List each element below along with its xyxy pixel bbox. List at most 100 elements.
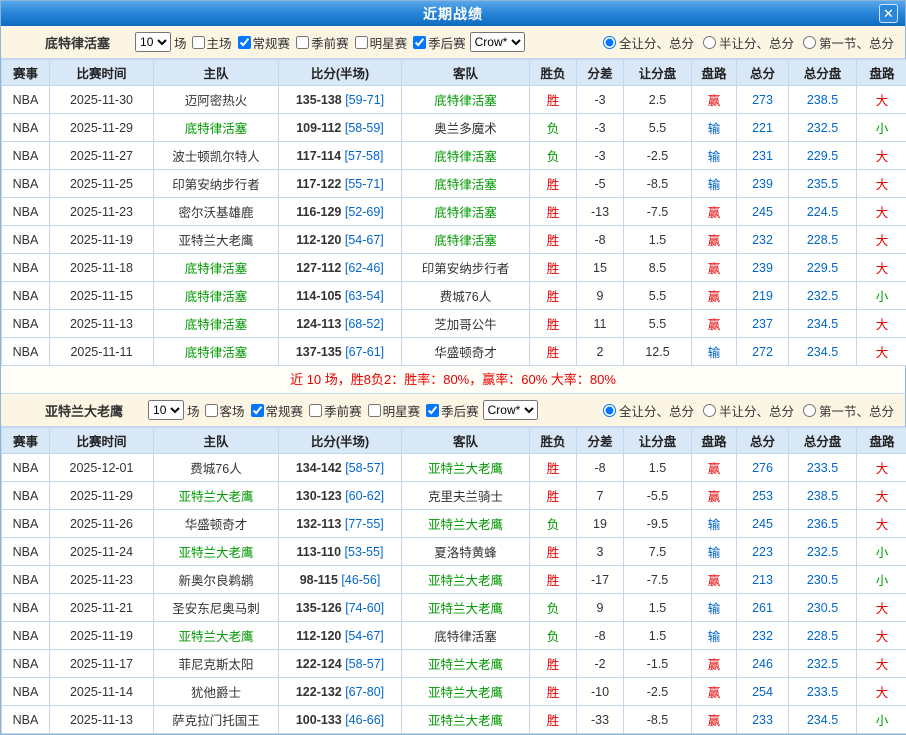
result-cell: 胜 [530, 310, 577, 338]
team-name: 亚特兰大老鹰 [45, 401, 123, 420]
regular-season-checkbox[interactable] [238, 36, 251, 49]
away-cell: 亚特兰大老鹰 [402, 706, 530, 734]
close-button[interactable]: ✕ [879, 4, 898, 23]
away-cell: 印第安纳步行者 [402, 254, 530, 282]
col-ou-result: 盘路 [857, 60, 906, 86]
preseason-filter[interactable]: 季前赛 [291, 33, 349, 52]
total-cell: 231 [737, 142, 789, 170]
total-cell: 273 [737, 86, 789, 114]
ou-cell: 大 [857, 198, 906, 226]
result-cell: 负 [530, 142, 577, 170]
regular-season-checkbox[interactable] [251, 404, 264, 417]
handicap-cell: -5.5 [624, 482, 692, 510]
date-cell: 2025-11-13 [50, 706, 154, 734]
home-cell: 萨克拉门托国王 [154, 706, 279, 734]
home-cell: 底特律活塞 [154, 254, 279, 282]
home-cell: 菲尼克斯太阳 [154, 650, 279, 678]
total-line-cell: 233.5 [789, 678, 857, 706]
full-handicap-radio-item[interactable]: 全让分、总分 [603, 401, 694, 420]
results-table: 赛事 比赛时间 主队 比分(半场) 客队 胜负 分差 让分盘 盘路 总分 总分盘… [1, 427, 906, 734]
total-cell: 232 [737, 622, 789, 650]
away-cell: 底特律活塞 [402, 142, 530, 170]
game-row: NBA2025-11-19亚特兰大老鹰112-120 [54-67]底特律活塞胜… [2, 226, 906, 254]
preseason-checkbox[interactable] [309, 404, 322, 417]
ou-cell: 大 [857, 86, 906, 114]
handicap-cell: -7.5 [624, 198, 692, 226]
league-cell: NBA [2, 114, 50, 142]
home-cell: 迈阿密热火 [154, 86, 279, 114]
result-cell: 胜 [530, 482, 577, 510]
playoffs-filter[interactable]: 季后赛 [408, 33, 466, 52]
date-cell: 2025-11-27 [50, 142, 154, 170]
first-quarter-radio-item[interactable]: 第一节、总分 [803, 401, 894, 420]
spread-cell: 赢 [692, 310, 737, 338]
regular-season-filter[interactable]: 常规赛 [233, 33, 291, 52]
date-cell: 2025-11-23 [50, 566, 154, 594]
away-cell: 费城76人 [402, 282, 530, 310]
league-cell: NBA [2, 650, 50, 678]
score-cell: 112-120 [54-67] [279, 226, 402, 254]
full-handicap-radio[interactable] [603, 36, 616, 49]
result-cell: 胜 [530, 282, 577, 310]
first-quarter-radio[interactable] [803, 36, 816, 49]
score-cell: 100-133 [46-66] [279, 706, 402, 734]
playoffs-filter[interactable]: 季后赛 [421, 401, 479, 420]
total-line-cell: 228.5 [789, 622, 857, 650]
total-line-cell: 232.5 [789, 114, 857, 142]
odds-source-select[interactable]: Crow* [483, 400, 538, 420]
date-cell: 2025-11-24 [50, 538, 154, 566]
allstar-filter[interactable]: 明星赛 [363, 401, 421, 420]
half-handicap-radio[interactable] [703, 36, 716, 49]
first-quarter-radio-item[interactable]: 第一节、总分 [803, 33, 894, 52]
venue-filter[interactable]: 主场 [187, 33, 232, 52]
games-count-select[interactable]: 10 [148, 400, 184, 420]
preseason-checkbox[interactable] [296, 36, 309, 49]
diff-cell: -8 [577, 226, 624, 254]
games-count-select[interactable]: 10 [135, 32, 171, 52]
col-league: 赛事 [2, 428, 50, 454]
playoffs-checkbox[interactable] [413, 36, 426, 49]
total-line-cell: 238.5 [789, 86, 857, 114]
col-total-line: 总分盘 [789, 428, 857, 454]
allstar-checkbox[interactable] [355, 36, 368, 49]
col-total: 总分 [737, 428, 789, 454]
playoffs-checkbox[interactable] [426, 404, 439, 417]
col-home: 主队 [154, 60, 279, 86]
total-cell: 232 [737, 226, 789, 254]
spread-cell: 赢 [692, 566, 737, 594]
total-cell: 276 [737, 454, 789, 482]
away-cell: 底特律活塞 [402, 622, 530, 650]
allstar-checkbox[interactable] [368, 404, 381, 417]
venue-filter[interactable]: 客场 [200, 401, 245, 420]
odds-source-select[interactable]: Crow* [470, 32, 525, 52]
handicap-cell: -1.5 [624, 650, 692, 678]
allstar-filter[interactable]: 明星赛 [350, 33, 408, 52]
full-handicap-radio[interactable] [603, 404, 616, 417]
half-handicap-radio-item[interactable]: 半让分、总分 [703, 33, 794, 52]
total-cell: 223 [737, 538, 789, 566]
half-handicap-radio[interactable] [703, 404, 716, 417]
score-cell: 134-142 [58-57] [279, 454, 402, 482]
full-handicap-radio-item[interactable]: 全让分、总分 [603, 33, 694, 52]
regular-season-filter[interactable]: 常规赛 [246, 401, 304, 420]
league-cell: NBA [2, 678, 50, 706]
total-cell: 233 [737, 706, 789, 734]
handicap-cell: 1.5 [624, 622, 692, 650]
total-cell: 239 [737, 254, 789, 282]
diff-cell: -17 [577, 566, 624, 594]
date-cell: 2025-11-21 [50, 594, 154, 622]
first-quarter-radio[interactable] [803, 404, 816, 417]
diff-cell: 9 [577, 282, 624, 310]
half-handicap-radio-item[interactable]: 半让分、总分 [703, 401, 794, 420]
venue-checkbox[interactable] [192, 36, 205, 49]
venue-checkbox[interactable] [205, 404, 218, 417]
title-bar: 近期战绩 ✕ [1, 1, 905, 26]
home-cell: 费城76人 [154, 454, 279, 482]
away-cell: 底特律活塞 [402, 226, 530, 254]
date-cell: 2025-11-18 [50, 254, 154, 282]
ou-cell: 大 [857, 622, 906, 650]
total-cell: 219 [737, 282, 789, 310]
half-handicap-label: 半让分、总分 [719, 33, 794, 52]
home-cell: 底特律活塞 [154, 338, 279, 366]
preseason-filter[interactable]: 季前赛 [304, 401, 362, 420]
